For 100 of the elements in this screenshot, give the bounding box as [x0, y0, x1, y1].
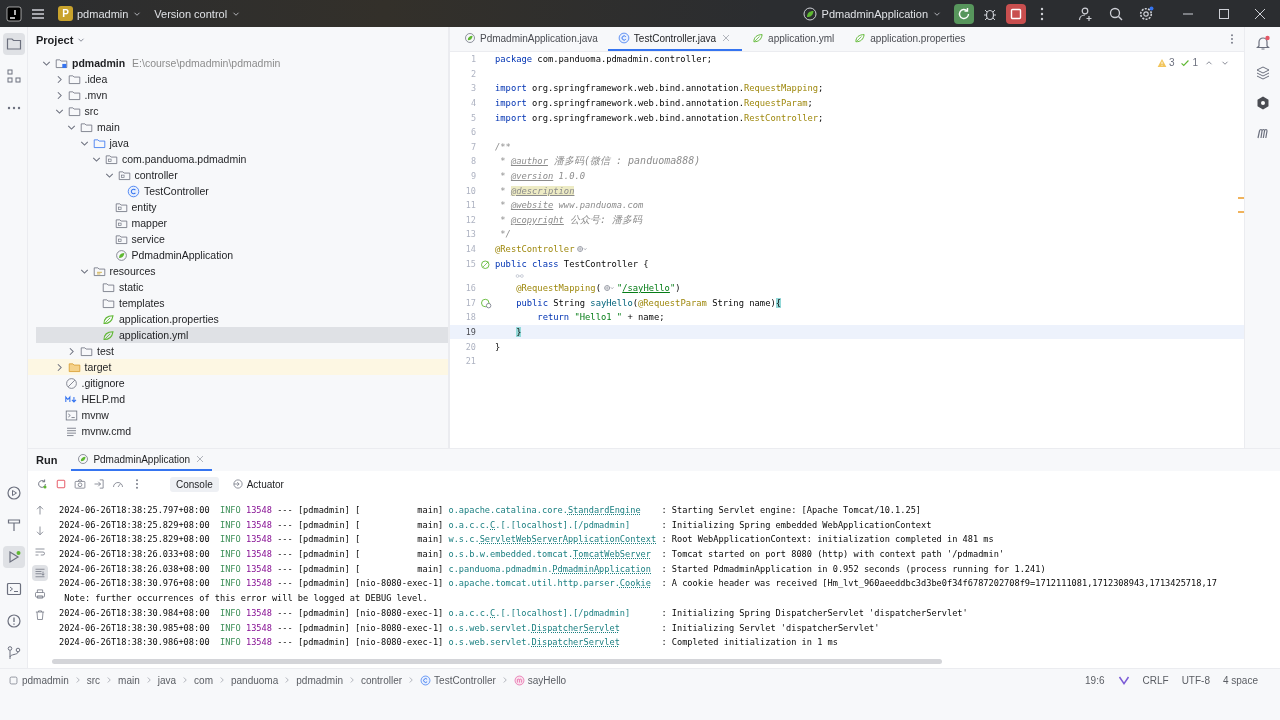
console-link[interactable]: DispatcherServlet [531, 637, 620, 648]
stop-button[interactable] [1006, 3, 1026, 24]
arrow-down-icon[interactable] [34, 525, 46, 537]
search-icon[interactable] [1108, 5, 1124, 22]
code-line: * @copyright 公众号: 潘多码 [499, 212, 642, 227]
tree-item[interactable]: java [36, 135, 448, 151]
breadcrumb[interactable]: sayHello [513, 674, 567, 686]
folder-icon [67, 104, 81, 118]
arrow-up-icon[interactable] [34, 504, 46, 516]
tree-item[interactable]: application.yml [36, 327, 448, 343]
tree-item[interactable]: mvnw.cmd [36, 423, 448, 439]
console-link[interactable]: DispatcherServlet [531, 622, 620, 633]
tree-item[interactable]: HELP.md [36, 391, 448, 407]
layers-icon[interactable] [1254, 65, 1271, 81]
view-tab[interactable]: Actuator [225, 476, 290, 492]
line-number: 8 [469, 156, 476, 167]
tree-item[interactable]: target [28, 359, 448, 375]
console-link[interactable]: C [490, 607, 496, 618]
globe-caret-icon[interactable] [601, 283, 616, 294]
run-tab[interactable]: PdmadminApplication [71, 449, 213, 471]
print-icon[interactable] [34, 588, 46, 600]
bean-globe-icon[interactable] [479, 296, 492, 309]
tree-item[interactable]: service [36, 231, 448, 247]
code-line: public String sayHello(@RequestParam String name){ [515, 297, 782, 308]
inspection-count[interactable]: 3 [1156, 57, 1175, 68]
breadcrumb[interactable]: controller [360, 674, 403, 686]
console-link[interactable]: Cookie [619, 578, 651, 589]
tree-item[interactable]: src [36, 103, 448, 119]
breadcrumb[interactable]: pdmadmin [8, 674, 69, 686]
panel-title[interactable]: Project [36, 34, 74, 46]
app-logo-icon[interactable] [6, 5, 22, 22]
hammer-icon[interactable] [5, 517, 22, 533]
bell-icon[interactable] [1254, 35, 1271, 51]
exit-icon[interactable] [93, 478, 105, 490]
tree-item[interactable]: resources [36, 263, 448, 279]
module-folder-icon [55, 56, 68, 70]
breadcrumb[interactable]: panduoma [231, 674, 279, 686]
trash-icon[interactable] [34, 609, 46, 621]
tree-item[interactable]: application.properties [36, 311, 448, 327]
folder-icon [92, 136, 106, 150]
line-number: 2 [469, 68, 476, 79]
bean-icon[interactable] [479, 257, 492, 270]
alert-icon[interactable] [5, 613, 22, 629]
scrollbar[interactable] [52, 659, 942, 664]
tree-item[interactable]: pdmadmin E:\course\pdmadmin\pdmadmin [36, 55, 448, 71]
tree-item[interactable]: mvnw [36, 407, 448, 423]
editor-tab[interactable]: PdmadminApplication.java [454, 27, 608, 51]
tree-item[interactable]: .mvn [36, 87, 448, 103]
scroll-end-icon[interactable] [34, 567, 46, 579]
line-number: 12 [464, 214, 476, 225]
package-icon [114, 216, 128, 230]
stop-icon[interactable] [55, 478, 67, 490]
caret-position[interactable]: 19:6 [1085, 674, 1105, 686]
console-link[interactable]: TomcatWebServer [573, 549, 651, 560]
breadcrumb[interactable]: pdmadmin [296, 674, 343, 686]
tree-item[interactable]: com.panduoma.pdmadmin [36, 151, 448, 167]
settings-icon[interactable] [1138, 5, 1154, 22]
rerun-button[interactable] [954, 3, 974, 24]
folder-icon[interactable] [5, 36, 22, 52]
editor-tab[interactable]: TestController.java [607, 27, 743, 51]
structure-icon[interactable] [5, 68, 22, 84]
breadcrumb[interactable]: src [86, 674, 101, 686]
tree-item[interactable]: templates [36, 295, 448, 311]
rerun-icon[interactable] [36, 478, 48, 490]
terminal-icon[interactable] [5, 581, 22, 597]
console-link[interactable]: C [490, 519, 496, 530]
file-encoding[interactable]: UTF-8 [1181, 674, 1210, 686]
line-separator[interactable]: CRLF [1142, 674, 1169, 686]
vcs-dropdown[interactable]: Version control [150, 5, 246, 22]
camera-icon[interactable] [74, 478, 86, 490]
project-dropdown[interactable]: P pdmadmin [54, 4, 147, 23]
console-link[interactable]: StandardEngine [567, 505, 641, 515]
tree-item[interactable]: .idea [36, 71, 448, 87]
tree-item[interactable]: static [36, 279, 448, 295]
breadcrumb[interactable]: com [194, 674, 213, 686]
console-link[interactable]: PdmadminApplication [552, 563, 651, 574]
tree-item[interactable]: main [36, 119, 448, 135]
editor-tab[interactable]: application.yml [742, 27, 845, 51]
tree-item[interactable]: entity [36, 199, 448, 215]
add-user-icon[interactable] [1078, 5, 1094, 22]
breadcrumb[interactable]: TestController [420, 674, 496, 686]
play-circle-icon[interactable] [5, 485, 22, 501]
wrap-icon[interactable] [34, 546, 46, 558]
console-link[interactable]: ServletWebServerApplicationContext [479, 534, 657, 545]
tree-item[interactable]: mapper [36, 215, 448, 231]
tree-item[interactable]: TestController [36, 183, 448, 199]
tree-item[interactable]: controller [36, 167, 448, 183]
editor-tab[interactable]: application.properties [844, 27, 976, 51]
indent-setting[interactable]: 4 space [1222, 674, 1258, 686]
breadcrumb[interactable]: main [118, 674, 140, 686]
tree-item[interactable]: PdmadminApplication [36, 247, 448, 263]
vee-icon[interactable] [1117, 674, 1130, 686]
inspection-count[interactable]: 1 [1180, 57, 1198, 68]
breadcrumb[interactable]: java [157, 674, 177, 686]
globe-caret-icon[interactable] [575, 244, 590, 254]
view-tab[interactable]: Console [170, 476, 219, 492]
run-config-dropdown[interactable]: PdmadminApplication [797, 3, 946, 24]
tree-item[interactable]: test [36, 343, 448, 359]
branch-icon[interactable] [5, 645, 22, 661]
tree-item[interactable]: .gitignore [36, 375, 448, 391]
